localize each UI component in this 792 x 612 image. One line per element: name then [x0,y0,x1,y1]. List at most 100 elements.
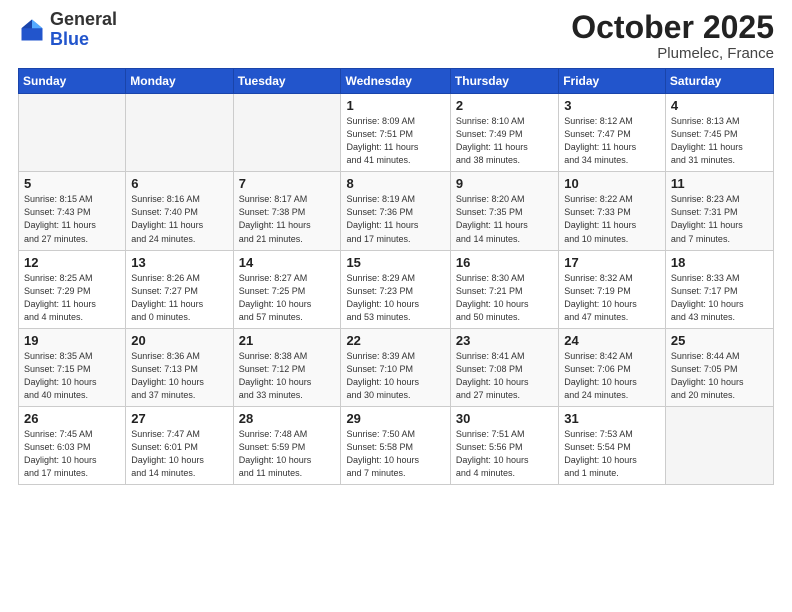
day-cell-23: 23 Sunrise: 8:41 AM Sunset: 7:08 PM Dayli… [450,328,558,406]
empty-cell [126,94,233,172]
day-number: 10 [564,176,660,191]
day-number: 12 [24,255,120,270]
day-number: 13 [131,255,227,270]
day-number: 14 [239,255,336,270]
day-cell-30: 30Sunrise: 7:51 AM Sunset: 5:56 PM Dayli… [450,406,558,484]
day-cell-3: 3 Sunrise: 8:12 AM Sunset: 7:47 PM Daylig… [559,94,666,172]
day-info: Sunrise: 8:29 AM Sunset: 7:23 PM Dayligh… [346,272,444,324]
logo-blue-text: Blue [50,29,89,49]
weekday-header-row: SundayMondayTuesdayWednesdayThursdayFrid… [19,69,774,94]
day-info: Sunrise: 8:13 AM Sunset: 7:45 PM Dayligh… [671,115,768,167]
day-cell-20: 20Sunrise: 8:36 AM Sunset: 7:13 PM Dayli… [126,328,233,406]
weekday-header-wednesday: Wednesday [341,69,450,94]
day-number: 23 [456,333,553,348]
day-cell-7: 7Sunrise: 8:17 AM Sunset: 7:38 PM Daylig… [233,172,341,250]
calendar: SundayMondayTuesdayWednesdayThursdayFrid… [18,68,774,485]
weekday-header-friday: Friday [559,69,666,94]
logo-general-text: General [50,9,117,29]
day-cell-27: 27 Sunrise: 7:47 AM Sunset: 6:01 PM Dayli… [126,406,233,484]
day-number: 26 [24,411,120,426]
empty-cell [233,94,341,172]
day-info: Sunrise: 8:15 AM Sunset: 7:43 PM Dayligh… [24,193,120,245]
day-cell-28: 28Sunrise: 7:48 AM Sunset: 5:59 PM Dayli… [233,406,341,484]
month-title: October 2025 [571,10,774,45]
week-row-2: 5Sunrise: 8:15 AM Sunset: 7:43 PM Daylig… [19,172,774,250]
day-number: 3 [564,98,660,113]
day-number: 6 [131,176,227,191]
day-info: Sunrise: 8:20 AM Sunset: 7:35 PM Dayligh… [456,193,553,245]
weekday-header-tuesday: Tuesday [233,69,341,94]
day-info: Sunrise: 8:35 AM Sunset: 7:15 PM Dayligh… [24,350,120,402]
logo: General Blue [18,10,117,50]
day-number: 31 [564,411,660,426]
week-row-4: 19Sunrise: 8:35 AM Sunset: 7:15 PM Dayli… [19,328,774,406]
day-number: 15 [346,255,444,270]
day-info: Sunrise: 8:33 AM Sunset: 7:17 PM Dayligh… [671,272,768,324]
day-cell-18: 18 Sunrise: 8:33 AM Sunset: 7:17 PM Dayli… [665,250,773,328]
day-number: 21 [239,333,336,348]
day-number: 28 [239,411,336,426]
day-number: 22 [346,333,444,348]
location: Plumelec, France [571,45,774,62]
logo-icon [18,16,46,44]
day-number: 11 [671,176,768,191]
day-cell-6: 6 Sunrise: 8:16 AM Sunset: 7:40 PM Daylig… [126,172,233,250]
day-info: Sunrise: 7:45 AM Sunset: 6:03 PM Dayligh… [24,428,120,480]
day-number: 2 [456,98,553,113]
day-number: 27 [131,411,227,426]
day-number: 9 [456,176,553,191]
day-cell-11: 11 Sunrise: 8:23 AM Sunset: 7:31 PM Dayli… [665,172,773,250]
day-info: Sunrise: 8:41 AM Sunset: 7:08 PM Dayligh… [456,350,553,402]
day-info: Sunrise: 8:42 AM Sunset: 7:06 PM Dayligh… [564,350,660,402]
weekday-header-sunday: Sunday [19,69,126,94]
day-number: 1 [346,98,444,113]
day-info: Sunrise: 8:22 AM Sunset: 7:33 PM Dayligh… [564,193,660,245]
day-info: Sunrise: 8:39 AM Sunset: 7:10 PM Dayligh… [346,350,444,402]
week-row-1: 1 Sunrise: 8:09 AM Sunset: 7:51 PM Daylig… [19,94,774,172]
day-number: 8 [346,176,444,191]
day-info: Sunrise: 8:30 AM Sunset: 7:21 PM Dayligh… [456,272,553,324]
day-info: Sunrise: 8:25 AM Sunset: 7:29 PM Dayligh… [24,272,120,324]
day-cell-9: 9 Sunrise: 8:20 AM Sunset: 7:35 PM Daylig… [450,172,558,250]
empty-cell [19,94,126,172]
day-cell-24: 24Sunrise: 8:42 AM Sunset: 7:06 PM Dayli… [559,328,666,406]
day-cell-2: 2 Sunrise: 8:10 AM Sunset: 7:49 PM Daylig… [450,94,558,172]
day-info: Sunrise: 8:09 AM Sunset: 7:51 PM Dayligh… [346,115,444,167]
day-number: 25 [671,333,768,348]
logo-text: General Blue [50,10,117,50]
day-number: 7 [239,176,336,191]
weekday-header-monday: Monday [126,69,233,94]
day-info: Sunrise: 7:47 AM Sunset: 6:01 PM Dayligh… [131,428,227,480]
day-number: 17 [564,255,660,270]
day-info: Sunrise: 7:53 AM Sunset: 5:54 PM Dayligh… [564,428,660,480]
day-info: Sunrise: 7:50 AM Sunset: 5:58 PM Dayligh… [346,428,444,480]
day-info: Sunrise: 8:23 AM Sunset: 7:31 PM Dayligh… [671,193,768,245]
day-info: Sunrise: 8:38 AM Sunset: 7:12 PM Dayligh… [239,350,336,402]
day-cell-13: 13 Sunrise: 8:26 AM Sunset: 7:27 PM Dayli… [126,250,233,328]
day-cell-21: 21 Sunrise: 8:38 AM Sunset: 7:12 PM Dayli… [233,328,341,406]
day-number: 16 [456,255,553,270]
day-info: Sunrise: 8:26 AM Sunset: 7:27 PM Dayligh… [131,272,227,324]
week-row-3: 12 Sunrise: 8:25 AM Sunset: 7:29 PM Dayli… [19,250,774,328]
day-cell-14: 14 Sunrise: 8:27 AM Sunset: 7:25 PM Dayli… [233,250,341,328]
day-cell-15: 15 Sunrise: 8:29 AM Sunset: 7:23 PM Dayli… [341,250,450,328]
day-info: Sunrise: 8:10 AM Sunset: 7:49 PM Dayligh… [456,115,553,167]
week-row-5: 26 Sunrise: 7:45 AM Sunset: 6:03 PM Dayli… [19,406,774,484]
day-number: 30 [456,411,553,426]
day-cell-31: 31 Sunrise: 7:53 AM Sunset: 5:54 PM Dayli… [559,406,666,484]
day-cell-1: 1 Sunrise: 8:09 AM Sunset: 7:51 PM Daylig… [341,94,450,172]
day-cell-12: 12 Sunrise: 8:25 AM Sunset: 7:29 PM Dayli… [19,250,126,328]
day-number: 18 [671,255,768,270]
day-cell-19: 19Sunrise: 8:35 AM Sunset: 7:15 PM Dayli… [19,328,126,406]
day-cell-10: 10 Sunrise: 8:22 AM Sunset: 7:33 PM Dayli… [559,172,666,250]
day-info: Sunrise: 8:12 AM Sunset: 7:47 PM Dayligh… [564,115,660,167]
day-info: Sunrise: 8:16 AM Sunset: 7:40 PM Dayligh… [131,193,227,245]
day-info: Sunrise: 8:44 AM Sunset: 7:05 PM Dayligh… [671,350,768,402]
day-info: Sunrise: 8:27 AM Sunset: 7:25 PM Dayligh… [239,272,336,324]
day-cell-5: 5Sunrise: 8:15 AM Sunset: 7:43 PM Daylig… [19,172,126,250]
weekday-header-thursday: Thursday [450,69,558,94]
day-cell-8: 8Sunrise: 8:19 AM Sunset: 7:36 PM Daylig… [341,172,450,250]
day-number: 4 [671,98,768,113]
day-cell-26: 26 Sunrise: 7:45 AM Sunset: 6:03 PM Dayli… [19,406,126,484]
day-cell-17: 17Sunrise: 8:32 AM Sunset: 7:19 PM Dayli… [559,250,666,328]
